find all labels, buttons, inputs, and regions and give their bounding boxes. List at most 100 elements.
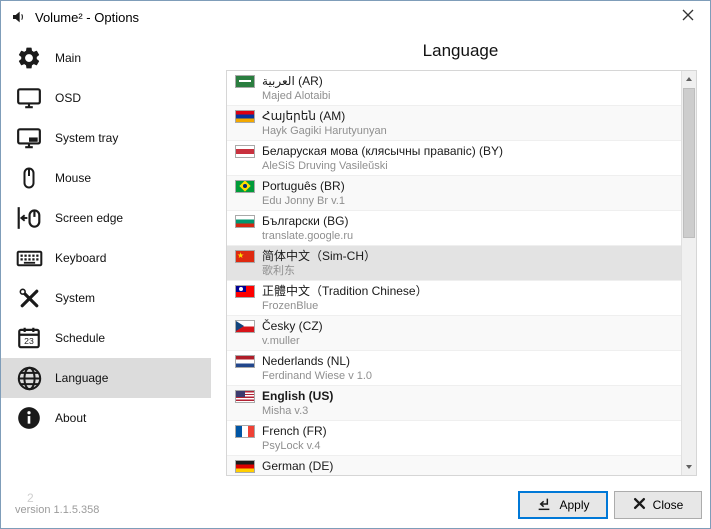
sidebar-item-label: Screen edge (55, 211, 123, 225)
flag-cz-icon (235, 320, 255, 333)
sidebar-item-system-tray[interactable]: System tray (1, 118, 211, 158)
window-close-button[interactable] (666, 1, 710, 33)
sidebar-item-keyboard[interactable]: Keyboard (1, 238, 211, 278)
close-button-label: Close (653, 498, 684, 512)
sidebar-item-schedule[interactable]: 23 Schedule (1, 318, 211, 358)
sidebar-item-label: Mouse (55, 171, 91, 185)
sidebar-item-label: Language (55, 371, 108, 385)
language-name: العربية (AR) (262, 73, 323, 89)
scroll-down-icon (686, 465, 692, 469)
language-row[interactable]: 简体中文（Sim-CH） 歌利东 (227, 246, 681, 281)
gear-icon (14, 43, 44, 73)
flag-fr-icon (235, 425, 255, 438)
language-author: AleSiS Druving Vasileŭski (262, 159, 673, 173)
language-name: Nederlands (NL) (262, 353, 350, 369)
language-row[interactable]: French (FR) PsyLock v.4 (227, 421, 681, 456)
close-icon (682, 8, 694, 26)
sidebar-item-label: About (55, 411, 86, 425)
sidebar-item-mouse[interactable]: Mouse (1, 158, 211, 198)
version-info: 2 version 1.1.5.358 (15, 493, 99, 517)
scroll-up-icon (686, 77, 692, 81)
language-name: French (FR) (262, 423, 327, 439)
flag-bg-icon (235, 215, 255, 228)
language-author: Ferdinand Wiese v 1.0 (262, 369, 673, 383)
flag-tw-icon (235, 285, 255, 298)
language-author: v.muller (262, 334, 673, 348)
flag-cn-icon (235, 250, 255, 263)
language-author: Edu Jonny Br v.1 (262, 194, 673, 208)
language-name: 正體中文（Tradition Chinese） (262, 283, 428, 299)
language-author: Majed Alotaibi (262, 89, 673, 103)
flag-de-icon (235, 460, 255, 473)
language-name: 简体中文（Sim-CH） (262, 248, 376, 264)
main-area: Main OSD System tray Mouse Screen edge K… (1, 33, 710, 482)
title-bar: Volume² - Options (1, 1, 710, 33)
language-row[interactable]: English (US) Misha v.3 (227, 386, 681, 421)
language-row[interactable]: Беларуская мова (клясычны правапіс) (BY)… (227, 141, 681, 176)
language-list-container: العربية (AR) Majed Alotaibi Հայերեն (AM)… (226, 70, 697, 476)
flag-us-icon (235, 390, 255, 403)
language-author: Misha v.3 (262, 404, 673, 418)
sidebar: Main OSD System tray Mouse Screen edge K… (1, 33, 211, 482)
sidebar-item-label: Keyboard (55, 251, 106, 265)
language-row[interactable]: German (DE) (227, 456, 681, 475)
language-row[interactable]: Português (BR) Edu Jonny Br v.1 (227, 176, 681, 211)
scrollbar[interactable] (681, 71, 696, 475)
apply-icon (536, 496, 552, 515)
tools-icon (14, 283, 44, 313)
calendar-icon: 23 (14, 323, 44, 353)
language-row[interactable]: العربية (AR) Majed Alotaibi (227, 71, 681, 106)
language-author: Hayk Gagiki Harutyunyan (262, 124, 673, 138)
tray-icon (14, 123, 44, 153)
page-title: Language (211, 33, 710, 67)
sidebar-item-system[interactable]: System (1, 278, 211, 318)
language-author: FrozenBlue (262, 299, 673, 313)
svg-text:23: 23 (24, 336, 34, 346)
screen-edge-icon (14, 203, 44, 233)
footer-bar: 2 version 1.1.5.358 Apply Close (1, 482, 710, 528)
sidebar-item-label: System (55, 291, 95, 305)
sidebar-item-screen-edge[interactable]: Screen edge (1, 198, 211, 238)
logo-watermark: 2 (27, 493, 99, 504)
flag-am-icon (235, 110, 255, 123)
language-row[interactable]: Nederlands (NL) Ferdinand Wiese v 1.0 (227, 351, 681, 386)
info-icon (14, 403, 44, 433)
language-name: Português (BR) (262, 178, 345, 194)
language-author: translate.google.ru (262, 229, 673, 243)
content-panel: Language العربية (AR) Majed Alotaibi Հայ… (211, 33, 710, 482)
window-title: Volume² - Options (35, 10, 139, 25)
language-name: Česky (CZ) (262, 318, 323, 334)
scrollbar-thumb[interactable] (683, 88, 695, 238)
language-name: Беларуская мова (клясычны правапіс) (BY) (262, 143, 503, 159)
language-author: 歌利东 (262, 264, 673, 278)
sidebar-item-label: Schedule (55, 331, 105, 345)
mouse-icon (14, 163, 44, 193)
sidebar-item-label: System tray (55, 131, 118, 145)
sidebar-item-label: OSD (55, 91, 81, 105)
close-button[interactable]: Close (614, 491, 702, 519)
apply-button[interactable]: Apply (518, 491, 608, 519)
sidebar-item-about[interactable]: About (1, 398, 211, 438)
sidebar-item-label: Main (55, 51, 81, 65)
flag-by-icon (235, 145, 255, 158)
sidebar-item-osd[interactable]: OSD (1, 78, 211, 118)
options-window: Volume² - Options Main OSD System tray M… (0, 0, 711, 529)
scrollbar-up-button[interactable] (682, 71, 696, 87)
language-name: English (US) (262, 388, 333, 404)
close-x-icon (633, 497, 646, 513)
language-row[interactable]: Česky (CZ) v.muller (227, 316, 681, 351)
language-row[interactable]: Հայերեն (AM) Hayk Gagiki Harutyunyan (227, 106, 681, 141)
language-author: PsyLock v.4 (262, 439, 673, 453)
sidebar-item-language[interactable]: Language (1, 358, 211, 398)
language-name: German (DE) (262, 458, 333, 474)
flag-sa-icon (235, 75, 255, 88)
language-row[interactable]: Български (BG) translate.google.ru (227, 211, 681, 246)
scrollbar-down-button[interactable] (682, 459, 696, 475)
monitor-icon (14, 83, 44, 113)
language-name: Հայերեն (AM) (262, 108, 345, 124)
sidebar-item-main[interactable]: Main (1, 38, 211, 78)
app-icon (10, 8, 28, 26)
language-row[interactable]: 正體中文（Tradition Chinese） FrozenBlue (227, 281, 681, 316)
flag-nl-icon (235, 355, 255, 368)
version-label: version 1.1.5.358 (15, 504, 99, 517)
